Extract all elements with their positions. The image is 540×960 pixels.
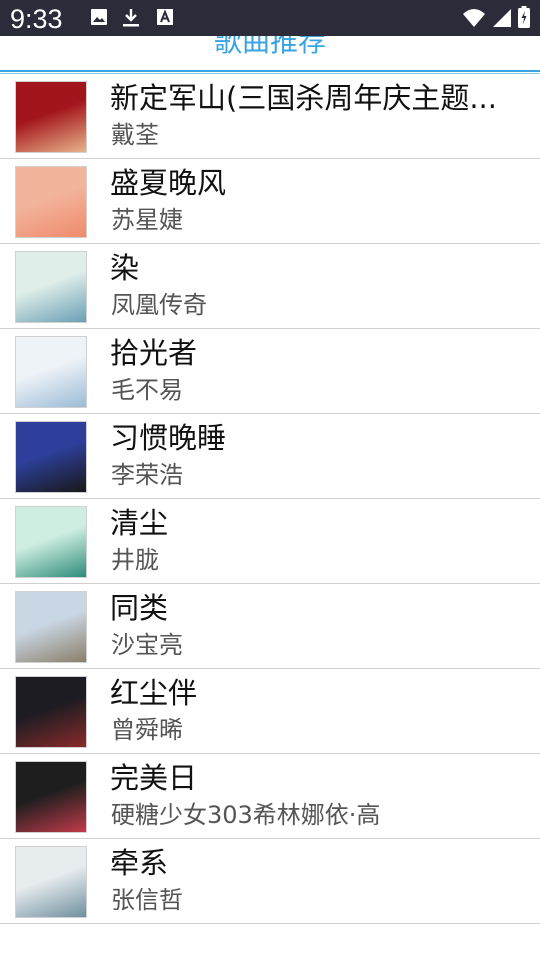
album-cover-image — [15, 166, 87, 238]
album-cover-image — [15, 336, 87, 408]
page-title: 歌曲推荐 — [213, 36, 326, 58]
song-artist: 凤凰传奇 — [111, 291, 207, 319]
signal-icon — [493, 9, 511, 27]
image-icon — [91, 9, 107, 25]
song-list-item[interactable]: 习惯晚睡 李荣浩 — [0, 414, 540, 499]
album-cover-image — [15, 421, 87, 493]
battery-icon — [518, 6, 530, 28]
song-artist: 沙宝亮 — [111, 631, 183, 659]
song-list: 新定军山(三国杀周年庆主题... 戴荃盛夏晚风苏星婕染凤凰传奇拾光者毛不易习惯晚睡… — [0, 74, 540, 924]
song-artist: 毛不易 — [111, 376, 183, 404]
song-artist: 曾舜晞 — [111, 716, 183, 744]
song-title: 习惯晚睡 — [110, 421, 227, 455]
song-title: 清尘 — [110, 506, 169, 540]
album-cover-image — [15, 81, 87, 153]
song-list-item[interactable]: 同类 沙宝亮 — [0, 584, 540, 669]
song-title: 新定军山(三国杀周年庆主题... — [110, 81, 497, 115]
status-bar: 9:33 — [0, 0, 540, 36]
status-time: 9:33 — [10, 4, 63, 34]
song-list-item[interactable]: 拾光者 毛不易 — [0, 329, 540, 414]
album-cover-image — [15, 761, 87, 833]
song-title: 红尘伴 — [110, 676, 198, 710]
song-list-item[interactable]: 新定军山(三国杀周年庆主题... 戴荃 — [0, 74, 540, 159]
album-cover-image — [15, 676, 87, 748]
song-list-item[interactable]: 清尘 井胧 — [0, 499, 540, 584]
song-title: 拾光者 — [110, 336, 198, 370]
song-list-item[interactable]: 完美日硬糖少女303希林娜依·高 — [0, 754, 540, 839]
header-divider — [0, 70, 540, 72]
song-title: 染 — [110, 251, 140, 285]
song-list-item[interactable]: 染凤凰传奇 — [0, 244, 540, 329]
song-artist: 戴荃 — [111, 121, 159, 149]
song-title: 盛夏晚风 — [110, 166, 227, 200]
song-list-item[interactable]: 盛夏晚风 苏星婕 — [0, 159, 540, 244]
wifi-icon — [463, 9, 485, 27]
song-artist: 苏星婕 — [111, 206, 183, 234]
song-artist: 井胧 — [111, 546, 159, 574]
album-cover-image — [15, 251, 87, 323]
album-cover-image — [15, 506, 87, 578]
song-title: 完美日 — [110, 761, 198, 795]
song-artist: 硬糖少女303希林娜依·高 — [111, 801, 381, 829]
song-list-item[interactable]: 牵系 张信哲 — [0, 839, 540, 924]
song-title: 同类 — [110, 591, 169, 625]
song-list-item[interactable]: 红尘伴 曾舜晞 — [0, 669, 540, 754]
download-icon — [123, 9, 139, 27]
a-font-icon — [157, 9, 173, 25]
page-header: 歌曲推荐 — [0, 36, 540, 74]
album-cover-image — [15, 591, 87, 663]
song-artist: 李荣浩 — [111, 461, 183, 489]
song-title: 牵系 — [110, 846, 169, 880]
song-artist: 张信哲 — [111, 886, 183, 914]
album-cover-image — [15, 846, 87, 918]
